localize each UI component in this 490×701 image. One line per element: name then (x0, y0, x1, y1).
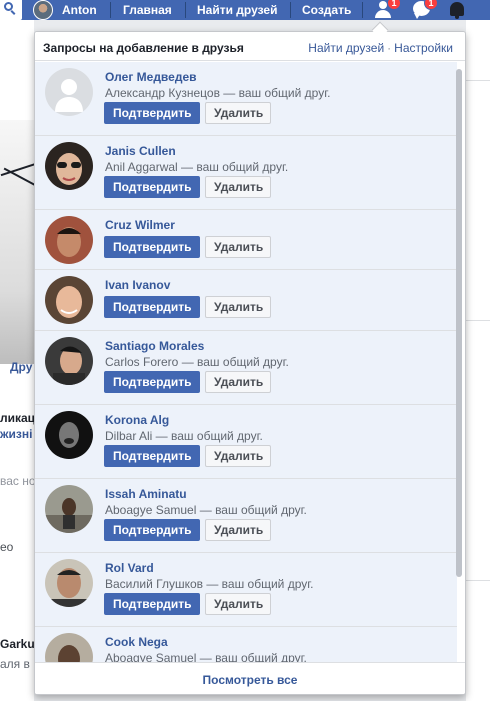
mutual-friend-text: Anil Aggarwal — ваш общий друг. (105, 160, 289, 174)
friend-requests-badge: 1 (387, 0, 401, 10)
delete-button[interactable]: Удалить (205, 176, 271, 198)
nav-find-friends-link[interactable]: Найти друзей (197, 3, 277, 17)
request-name[interactable]: Issah Aminatu (105, 487, 187, 501)
mutual-friend-text: Василий Глушков — ваш общий друг. (105, 577, 314, 591)
mutual-friend-text: Aboagye Samuel — ваш общий друг. (105, 503, 307, 517)
avatar[interactable] (45, 411, 93, 459)
search-icon[interactable] (0, 0, 22, 20)
see-all-link[interactable]: Посмотреть все (203, 673, 298, 687)
profile-name: Anton (62, 3, 97, 17)
avatar[interactable] (45, 142, 93, 190)
request-name[interactable]: Олег Медведев (105, 70, 197, 84)
background-page-right (466, 20, 490, 701)
delete-button[interactable]: Удалить (205, 371, 271, 393)
dropdown-header: Запросы на добавление в друзья Найти дру… (35, 32, 465, 61)
friend-request-item: Rol Vard Василий Глушков — ваш общий дру… (35, 553, 457, 627)
messages-icon[interactable]: 1 (410, 0, 438, 20)
dropdown-title: Запросы на добавление в друзья (43, 41, 244, 55)
background-text: жизні (0, 427, 33, 441)
friend-request-item: Issah Aminatu Aboagye Samuel — ваш общий… (35, 479, 457, 553)
avatar (33, 0, 53, 20)
request-name[interactable]: Santiago Morales (105, 339, 204, 353)
request-name[interactable]: Cook Nega (105, 635, 168, 649)
link-separator: · (387, 41, 392, 55)
confirm-button[interactable]: Подтвердить (104, 445, 200, 467)
request-name[interactable]: Ivan Ivanov (105, 278, 170, 292)
find-friends-link[interactable]: Найти друзей (308, 41, 384, 55)
confirm-button[interactable]: Подтвердить (104, 519, 200, 541)
confirm-button[interactable]: Подтвердить (104, 102, 200, 124)
messages-badge: 1 (424, 0, 438, 10)
nav-divider (362, 2, 363, 18)
avatar[interactable] (45, 633, 93, 663)
nav-home-link[interactable]: Главная (123, 3, 172, 17)
avatar[interactable] (45, 216, 93, 264)
friend-request-item: Korona Alg Dilbar Ali — ваш общий друг. … (35, 405, 457, 479)
friend-request-item: Janis Cullen Anil Aggarwal — ваш общий д… (35, 136, 457, 210)
profile-link[interactable]: Anton (33, 0, 97, 20)
friend-request-item: Ivan Ivanov Подтвердить Удалить (35, 270, 457, 331)
friend-request-item: Олег Медведев Александр Кузнецов — ваш о… (35, 62, 457, 136)
mutual-friend-text: Dilbar Ali — ваш общий друг. (105, 429, 263, 443)
avatar[interactable] (45, 485, 93, 533)
confirm-button[interactable]: Подтвердить (104, 176, 200, 198)
delete-button[interactable]: Удалить (205, 445, 271, 467)
nav-create-link[interactable]: Создать (302, 3, 351, 17)
background-text: ликац (0, 411, 36, 425)
delete-button[interactable]: Удалить (205, 102, 271, 124)
delete-button[interactable]: Удалить (205, 236, 271, 258)
nav-divider (185, 2, 186, 18)
notifications-icon[interactable] (446, 0, 472, 20)
friend-request-item: Cook Nega Aboagye Samuel — ваш общий дру… (35, 627, 457, 663)
background-tab-text: Дру (10, 360, 33, 374)
background-text: ео (0, 540, 14, 554)
friend-requests-icon[interactable]: 1 (373, 0, 401, 20)
background-page-left: Дру ликац жизні вас но ео Garku аля в (0, 20, 40, 701)
background-text: аля в (0, 657, 30, 671)
mutual-friend-text: Александр Кузнецов — ваш общий друг. (105, 86, 331, 100)
friend-request-item: Cruz Wilmer Подтвердить Удалить (35, 210, 457, 270)
friend-request-item: Santiago Morales Carlos Forero — ваш общ… (35, 331, 457, 405)
delete-button[interactable]: Удалить (205, 519, 271, 541)
delete-button[interactable]: Удалить (205, 296, 271, 318)
friend-request-list[interactable]: Олег Медведев Александр Кузнецов — ваш о… (35, 62, 457, 663)
confirm-button[interactable]: Подтвердить (104, 593, 200, 615)
confirm-button[interactable]: Подтвердить (104, 236, 200, 258)
request-name[interactable]: Janis Cullen (105, 144, 176, 158)
friend-requests-dropdown: Запросы на добавление в друзья Найти дру… (34, 31, 466, 695)
top-navigation-bar: Anton Главная Найти друзей Создать 1 1 (0, 0, 490, 20)
delete-button[interactable]: Удалить (205, 593, 271, 615)
nav-divider (110, 2, 111, 18)
background-text: вас но (0, 474, 36, 488)
avatar[interactable] (45, 337, 93, 385)
mutual-friend-text: Carlos Forero — ваш общий друг. (105, 355, 289, 369)
avatar[interactable] (45, 559, 93, 607)
request-name[interactable]: Rol Vard (105, 561, 154, 575)
avatar[interactable] (45, 68, 93, 116)
request-name[interactable]: Cruz Wilmer (105, 218, 175, 232)
settings-link[interactable]: Настройки (394, 41, 453, 55)
avatar[interactable] (45, 276, 93, 324)
confirm-button[interactable]: Подтвердить (104, 296, 200, 318)
header-links: Найти друзей · Настройки (308, 41, 453, 55)
background-photo (0, 120, 40, 364)
dropdown-footer: Посмотреть все (35, 662, 465, 694)
nav-divider (290, 2, 291, 18)
list-scrollbar[interactable] (456, 69, 462, 577)
background-text: Garku (0, 637, 35, 651)
request-name[interactable]: Korona Alg (105, 413, 169, 427)
confirm-button[interactable]: Подтвердить (104, 371, 200, 393)
